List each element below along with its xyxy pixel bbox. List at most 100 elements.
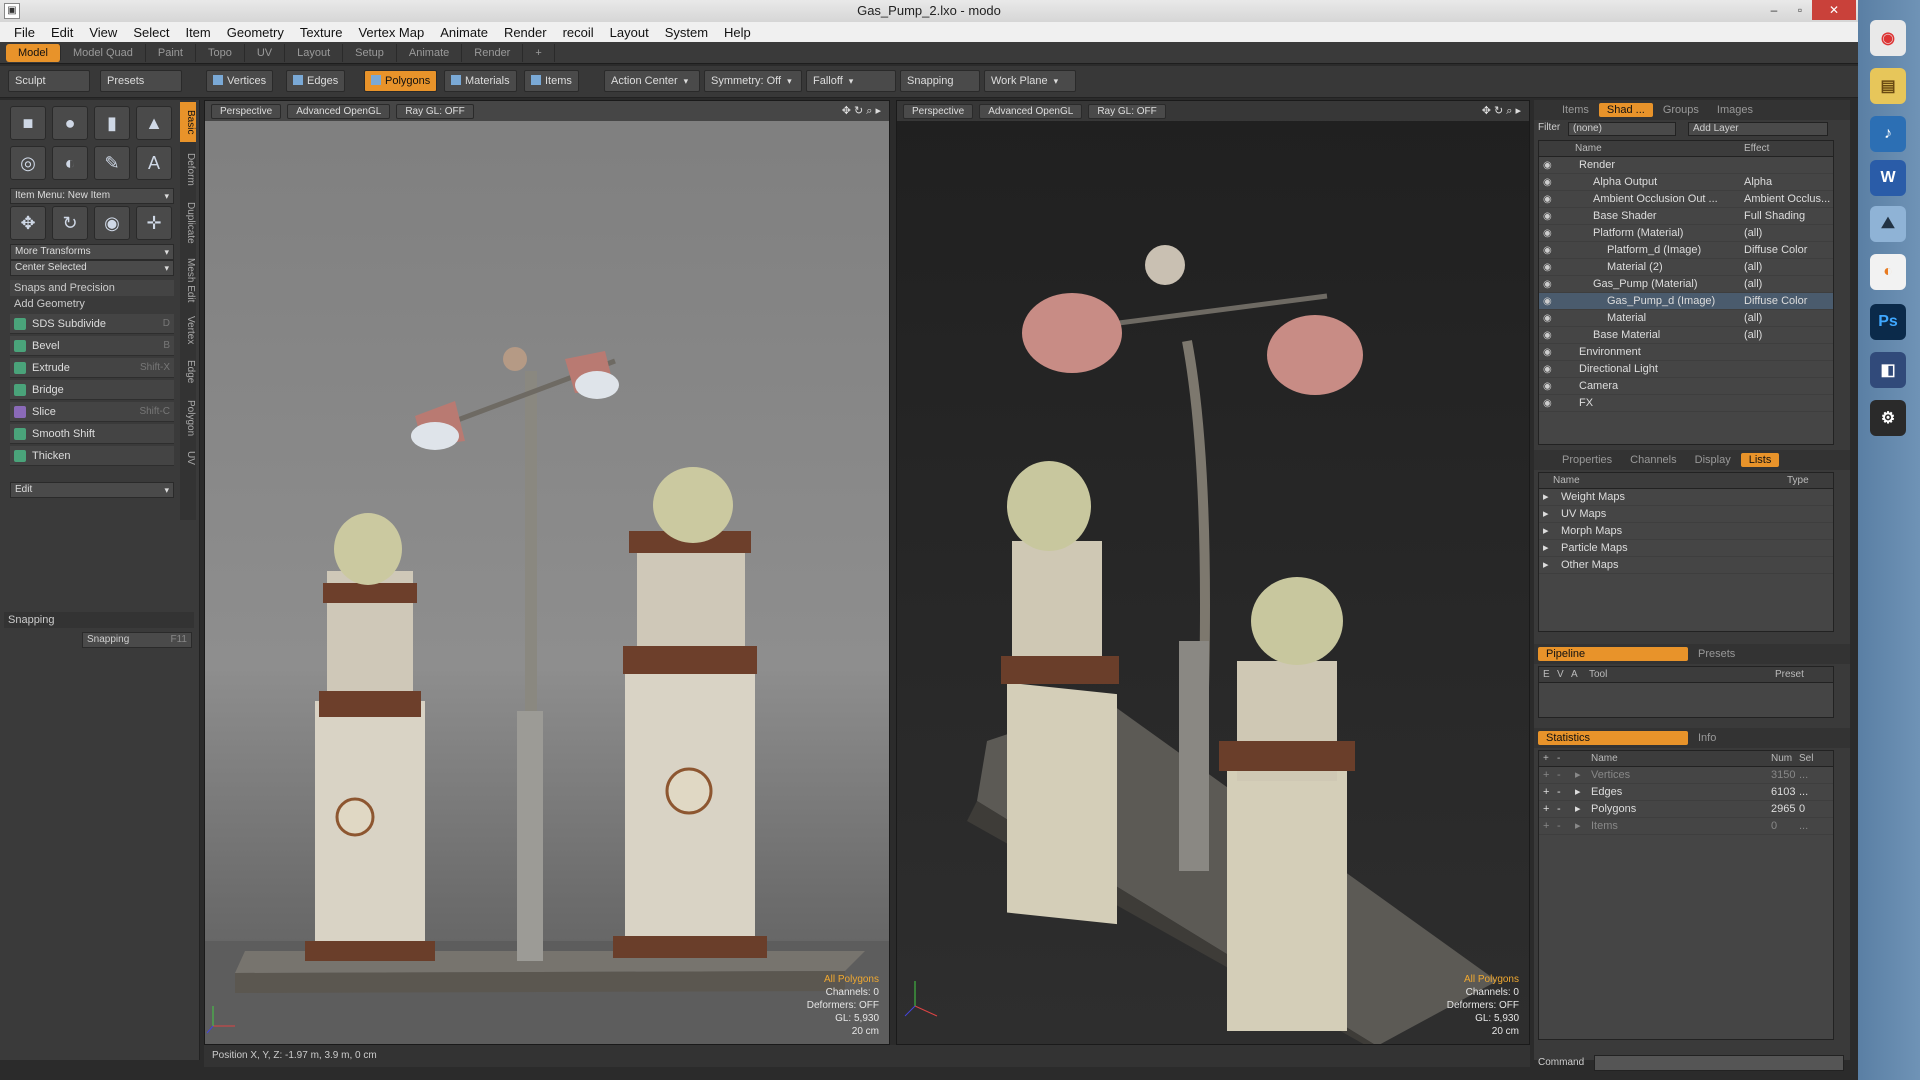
menu-item[interactable]: Item: [177, 25, 218, 40]
shader-tree-row[interactable]: ◉ Camera: [1539, 378, 1833, 395]
vtab-vertex[interactable]: Vertex: [180, 310, 196, 350]
visibility-eye-icon[interactable]: ◉: [1543, 157, 1552, 174]
bridge-tool[interactable]: Bridge: [10, 380, 174, 400]
edges-mode-button[interactable]: Edges: [286, 70, 346, 92]
menu-geometry[interactable]: Geometry: [219, 25, 292, 40]
expand-arrow-icon[interactable]: ▸: [1575, 767, 1581, 784]
vtab-polygon[interactable]: Polygon: [180, 394, 196, 442]
tab-render[interactable]: Render: [462, 43, 524, 62]
shader-tree-row[interactable]: ◉ Gas_Pump (Material) (all): [1539, 276, 1833, 293]
visibility-eye-icon[interactable]: ◉: [1543, 310, 1552, 327]
name-column-header[interactable]: Name: [1575, 141, 1602, 157]
effect-column-header[interactable]: Effect: [1744, 141, 1769, 157]
filter-dropdown[interactable]: (none): [1568, 122, 1676, 136]
plus-icon[interactable]: +: [1543, 818, 1549, 835]
thicken-tool[interactable]: Thicken: [10, 446, 174, 466]
tab-display[interactable]: Display: [1687, 453, 1739, 467]
visibility-eye-icon[interactable]: ◉: [1543, 327, 1552, 344]
vertices-mode-button[interactable]: Vertices: [206, 70, 274, 92]
scale-icon[interactable]: ◉: [94, 206, 130, 240]
lists-name-header[interactable]: Name: [1553, 473, 1580, 489]
cylinder-icon[interactable]: ▮: [94, 106, 130, 140]
menu-system[interactable]: System: [657, 25, 716, 40]
tab-groups[interactable]: Groups: [1655, 103, 1707, 117]
work-plane-dropdown[interactable]: Work Plane: [984, 70, 1076, 92]
shader-tree-row[interactable]: ◉ Render: [1539, 157, 1833, 174]
plus-icon[interactable]: +: [1543, 784, 1549, 801]
tab-animate[interactable]: Animate: [397, 43, 463, 62]
minus-icon[interactable]: -: [1557, 818, 1561, 835]
snapping-button[interactable]: Snapping F11: [82, 632, 192, 648]
edit-dropdown[interactable]: Edit: [10, 482, 174, 498]
presets-button[interactable]: Presets: [100, 70, 182, 92]
menu-render[interactable]: Render: [496, 25, 555, 40]
expand-all-icon[interactable]: +: [1543, 751, 1549, 767]
visibility-eye-icon[interactable]: ◉: [1543, 225, 1552, 242]
tab-channels[interactable]: Channels: [1622, 453, 1684, 467]
shader-tree-row[interactable]: ◉ Base Shader Full Shading: [1539, 208, 1833, 225]
tab-properties[interactable]: Properties: [1554, 453, 1620, 467]
cone-icon[interactable]: ▲: [136, 106, 172, 140]
visibility-eye-icon[interactable]: ◉: [1543, 276, 1552, 293]
app-icon[interactable]: ◧: [1870, 352, 1906, 388]
action-center-dropdown[interactable]: Action Center: [604, 70, 700, 92]
visibility-eye-icon[interactable]: ◉: [1543, 395, 1552, 412]
shader-tree-row[interactable]: ◉ Alpha Output Alpha: [1539, 174, 1833, 191]
center-selected-dropdown[interactable]: Center Selected: [10, 260, 174, 276]
tab-images[interactable]: Images: [1709, 103, 1761, 117]
collapse-all-icon[interactable]: -: [1557, 751, 1560, 767]
items-mode-button[interactable]: Items: [524, 70, 579, 92]
vtab-uv[interactable]: UV: [180, 446, 196, 470]
visibility-eye-icon[interactable]: ◉: [1543, 208, 1552, 225]
statistics-row[interactable]: + - ▸ Polygons 2965 0: [1539, 801, 1833, 818]
modo-taskbar-icon[interactable]: ⛰: [1870, 206, 1906, 242]
blender-icon[interactable]: ◐: [1870, 254, 1906, 290]
bevel-tool[interactable]: Bevel B: [10, 336, 174, 356]
list-item[interactable]: ▸ Particle Maps: [1539, 540, 1833, 557]
menu-edit[interactable]: Edit: [43, 25, 81, 40]
tab-presets[interactable]: Presets: [1690, 647, 1743, 661]
shader-tree-row[interactable]: ◉ Material (all): [1539, 310, 1833, 327]
pen-icon[interactable]: ✎: [94, 146, 130, 180]
expand-arrow-icon[interactable]: ▸: [1575, 818, 1581, 835]
tab-model[interactable]: Model: [6, 43, 61, 62]
expand-arrow-icon[interactable]: ▸: [1575, 801, 1581, 818]
word-icon[interactable]: W: [1870, 160, 1906, 196]
materials-mode-button[interactable]: Materials: [444, 70, 517, 92]
shader-tree-row[interactable]: ◉ Platform (Material) (all): [1539, 225, 1833, 242]
plus-icon[interactable]: +: [1543, 801, 1549, 818]
viewport-left[interactable]: Perspective Advanced OpenGL Ray GL: OFF …: [204, 100, 890, 1045]
symmetry-dropdown[interactable]: Symmetry: Off: [704, 70, 802, 92]
viewport-right[interactable]: Perspective Advanced OpenGL Ray GL: OFF …: [896, 100, 1530, 1045]
shader-tree-row[interactable]: ◉ Ambient Occlusion Out ... Ambient Occlus…: [1539, 191, 1833, 208]
vtab-duplicate[interactable]: Duplicate: [180, 196, 196, 250]
visibility-eye-icon[interactable]: ◉: [1543, 293, 1552, 310]
polygons-mode-button[interactable]: Polygons: [364, 70, 438, 92]
statistics-row[interactable]: + - ▸ Edges 6103...: [1539, 784, 1833, 801]
snaps-precision-header[interactable]: Snaps and Precision: [10, 280, 174, 296]
itunes-icon[interactable]: ♪: [1870, 116, 1906, 152]
visibility-eye-icon[interactable]: ◉: [1543, 344, 1552, 361]
vtab-basic[interactable]: Basic: [180, 102, 196, 142]
visibility-eye-icon[interactable]: ◉: [1543, 361, 1552, 378]
snapping-section-header[interactable]: Snapping: [4, 612, 194, 628]
close-button[interactable]: ✕: [1812, 0, 1856, 20]
menu-layout[interactable]: Layout: [602, 25, 657, 40]
statistics-row[interactable]: + - ▸ Vertices 3150...: [1539, 767, 1833, 784]
visibility-eye-icon[interactable]: ◉: [1543, 174, 1552, 191]
minus-icon[interactable]: -: [1557, 767, 1561, 784]
menu-select[interactable]: Select: [125, 25, 177, 40]
sds-subdivide-tool[interactable]: SDS Subdivide D: [10, 314, 174, 334]
move-icon[interactable]: ✥: [10, 206, 46, 240]
visibility-eye-icon[interactable]: ◉: [1543, 191, 1552, 208]
torus-icon[interactable]: ◎: [10, 146, 46, 180]
tab-statistics[interactable]: Statistics: [1538, 731, 1688, 745]
list-item[interactable]: ▸ UV Maps: [1539, 506, 1833, 523]
steam-icon[interactable]: ⚙: [1870, 400, 1906, 436]
statistics-row[interactable]: + - ▸ Items 0...: [1539, 818, 1833, 835]
photoshop-icon[interactable]: Ps: [1870, 304, 1906, 340]
list-item[interactable]: ▸ Morph Maps: [1539, 523, 1833, 540]
add-layout-tab-button[interactable]: +: [523, 43, 555, 62]
command-input[interactable]: [1594, 1055, 1844, 1071]
lists-type-header[interactable]: Type: [1787, 473, 1809, 489]
